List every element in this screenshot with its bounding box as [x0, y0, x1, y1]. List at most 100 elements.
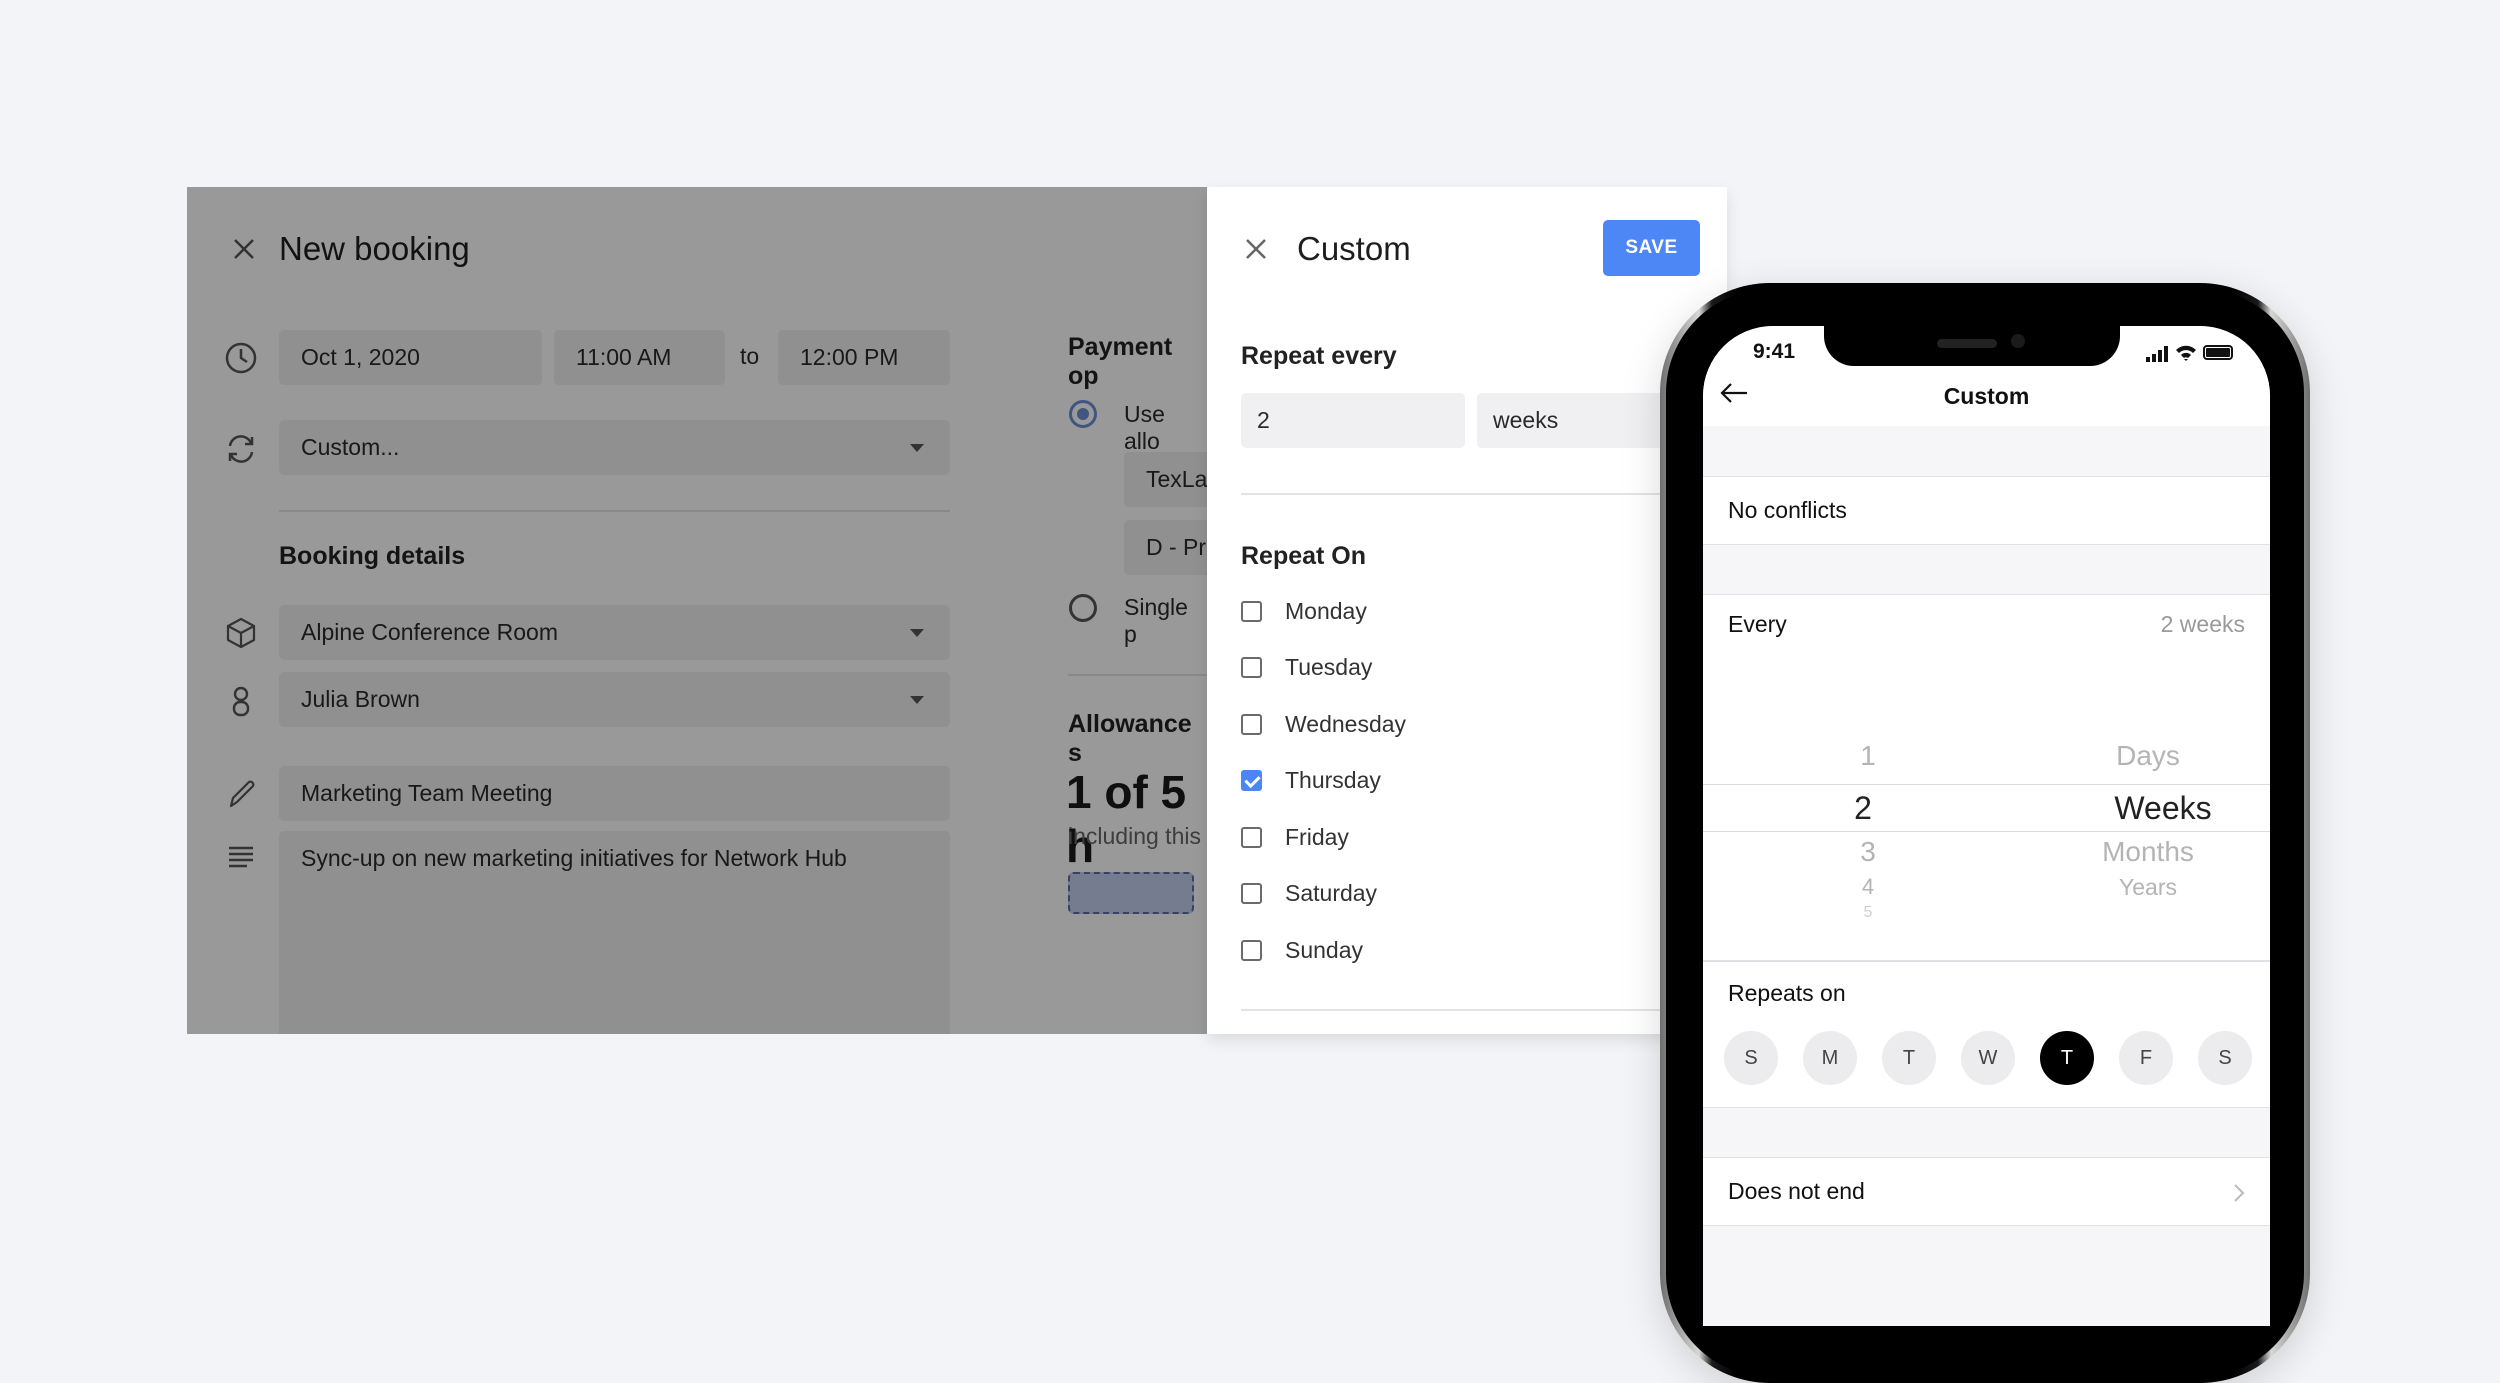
day-checkbox-thursday[interactable]: Thursday [1241, 761, 1381, 801]
picker-unit-option[interactable]: Weeks [2078, 790, 2248, 827]
day-label: Thursday [1285, 767, 1381, 793]
conflicts-row: No conflicts [1703, 476, 2270, 545]
day-checkbox-monday[interactable]: Monday [1241, 591, 1367, 631]
signal-icon [2146, 346, 2168, 362]
day-label: Monday [1285, 597, 1367, 624]
new-booking-panel: New booking Oct 1, 2020 11:00 AM to 12:0… [187, 187, 1207, 1034]
payment-options-heading: Payment op [1068, 333, 1173, 390]
allowance-select-2[interactable]: D - Pri [1124, 520, 1207, 575]
close-icon [234, 239, 254, 259]
description-textarea[interactable]: Sync-up on new marketing initiatives for… [279, 831, 950, 1034]
date-value: Oct 1, 2020 [301, 344, 420, 370]
day-checkbox-friday[interactable]: Friday [1241, 817, 1349, 857]
status-time: 9:41 [1753, 340, 1796, 363]
interval-picker[interactable]: 1 2 3 4 5 Days Weeks Months Years [1703, 736, 2270, 936]
chevron-down-icon [910, 695, 924, 704]
start-time-value: 11:00 AM [576, 344, 672, 370]
weekday-toggle[interactable]: F [2119, 1031, 2173, 1085]
repeat-on-heading: Repeat On [1241, 542, 1367, 570]
allowance-usage: 1 of 5 h [1066, 766, 1187, 872]
checkbox[interactable] [1241, 713, 1262, 735]
meeting-title-value: Marketing Team Meeting [301, 780, 553, 806]
resource-value: Alpine Conference Room [301, 619, 558, 645]
day-label: Sunday [1285, 936, 1364, 963]
day-label: Wednesday [1285, 710, 1407, 737]
picker-unit-option[interactable]: Months [2063, 836, 2233, 868]
phone-notch [1824, 326, 2120, 366]
weekday-toggle[interactable]: T [1882, 1031, 1936, 1085]
clock-icon [225, 342, 257, 374]
checkbox[interactable] [1241, 600, 1262, 622]
checkbox[interactable] [1241, 826, 1262, 848]
picker-unit-option[interactable]: Years [2063, 874, 2233, 901]
picker-number-option[interactable]: 2 [1833, 790, 1893, 827]
weekday-toggle[interactable]: W [1961, 1031, 2015, 1085]
weekday-toggle[interactable]: M [1803, 1031, 1857, 1085]
chevron-down-icon [910, 628, 924, 637]
chevron-down-icon [910, 443, 924, 452]
interval-input[interactable]: 2 [1241, 393, 1465, 448]
allowance-bar-placeholder [1068, 872, 1194, 914]
weekday-toggle[interactable]: T [2040, 1031, 2094, 1085]
allowance-summary-heading: Allowance s [1068, 710, 1192, 767]
picker-number-option[interactable]: 5 [1838, 904, 1898, 922]
picker-number-option[interactable]: 4 [1838, 874, 1898, 900]
weekday-toggle[interactable]: S [2198, 1031, 2252, 1085]
day-checkbox-tuesday[interactable]: Tuesday [1241, 648, 1372, 688]
every-label: Every [1728, 611, 1787, 637]
allowance-select-2-value: D - Pri [1146, 534, 1207, 560]
picker-number-option[interactable]: 1 [1838, 740, 1898, 772]
day-checkbox-wednesday[interactable]: Wednesday [1241, 704, 1406, 744]
wifi-icon [2176, 345, 2196, 361]
radio-single-payment[interactable] [1069, 594, 1097, 622]
checkbox[interactable] [1241, 939, 1262, 961]
allowance-select-1-value: TexLab [1146, 466, 1207, 492]
day-checkbox-sunday[interactable]: Sunday [1241, 930, 1363, 970]
close-icon [1246, 239, 1266, 259]
end-time-field[interactable]: 12:00 PM [778, 330, 950, 385]
close-custom-button[interactable] [1242, 235, 1270, 263]
checkbox-checked[interactable] [1241, 770, 1262, 791]
single-payment-label: Single p [1124, 594, 1188, 647]
checkbox[interactable] [1241, 657, 1262, 678]
day-checkbox-saturday[interactable]: Saturday [1241, 874, 1377, 914]
divider [279, 510, 950, 512]
allowance-subtext: including this [1068, 823, 1201, 849]
divider [1241, 1009, 1727, 1011]
radio-use-allowance[interactable] [1069, 400, 1097, 428]
repeats-on-label: Repeats on [1728, 980, 1846, 1006]
text-lines-icon [229, 846, 253, 868]
meeting-title-input[interactable]: Marketing Team Meeting [279, 766, 950, 821]
pencil-icon [229, 780, 255, 808]
divider [1068, 674, 1207, 676]
battery-icon [2203, 345, 2233, 360]
phone-nav-title: Custom [1943, 383, 2030, 409]
start-time-field[interactable]: 11:00 AM [554, 330, 725, 385]
interval-unit-value: weeks [1493, 407, 1559, 433]
allowance-select-1[interactable]: TexLab [1124, 452, 1207, 507]
resource-select[interactable]: Alpine Conference Room [279, 605, 950, 660]
picker-unit-option[interactable]: Days [2063, 740, 2233, 772]
weekday-toggle[interactable]: S [1724, 1031, 1778, 1085]
conflicts-label: No conflicts [1728, 497, 1847, 523]
custom-panel-title: Custom [1297, 230, 1411, 267]
picker-number-option[interactable]: 3 [1838, 836, 1898, 868]
person-icon [232, 686, 250, 717]
recurrence-select[interactable]: Custom... [279, 420, 950, 475]
host-select[interactable]: Julia Brown [279, 672, 950, 727]
save-button[interactable]: SAVE [1603, 220, 1700, 276]
page-title: New booking [279, 230, 470, 267]
date-field[interactable]: Oct 1, 2020 [279, 330, 542, 385]
interval-value: 2 [1257, 407, 1270, 433]
end-time-value: 12:00 PM [800, 344, 899, 370]
host-value: Julia Brown [301, 686, 420, 712]
custom-recurrence-panel: Custom SAVE Repeat every 2 weeks Repeat … [1207, 187, 1727, 1034]
phone-screen: 9:41 Custom No conflicts Every 2 weeks 1… [1703, 326, 2270, 1326]
end-label: Does not end [1728, 1178, 1865, 1204]
close-booking-button[interactable] [229, 234, 259, 264]
recurrence-value: Custom... [301, 434, 400, 460]
booking-details-heading: Booking details [279, 542, 466, 570]
checkbox[interactable] [1241, 883, 1262, 904]
end-row[interactable]: Does not end [1703, 1157, 2270, 1226]
repeat-icon [228, 435, 254, 463]
